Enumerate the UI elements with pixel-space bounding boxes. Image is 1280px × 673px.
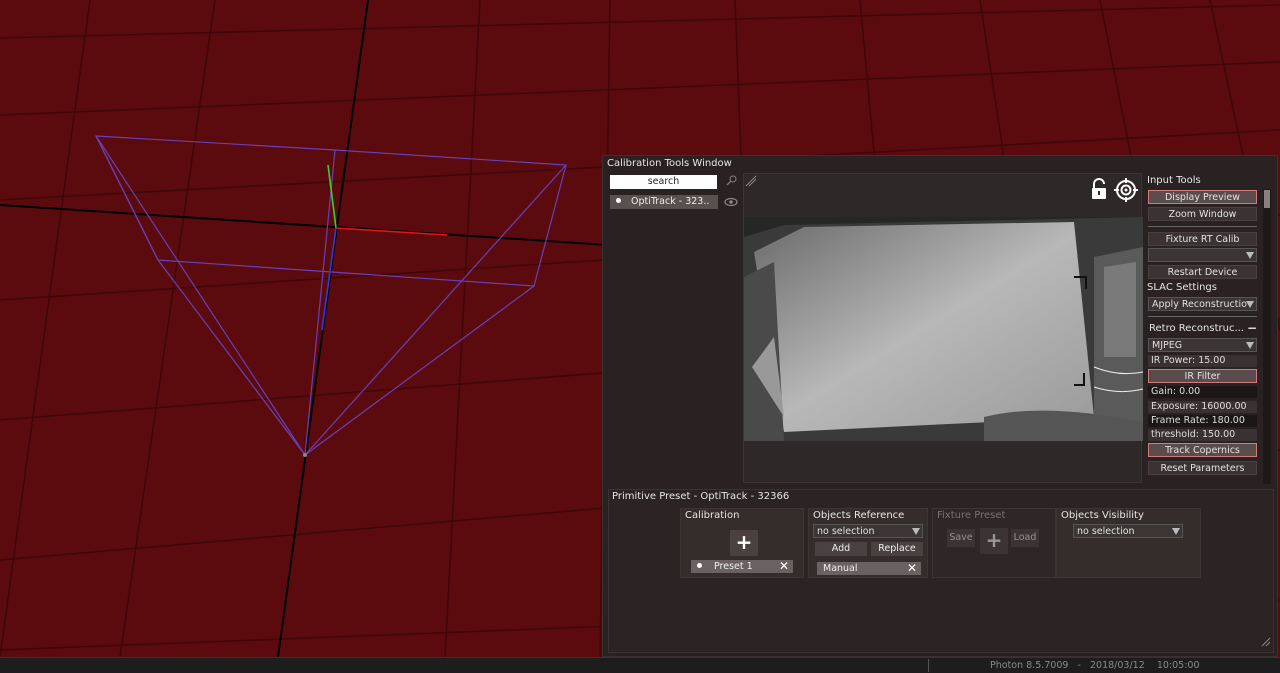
calibration-tools-window: Calibration Tools Window search OptiTrac…	[602, 155, 1278, 657]
close-icon[interactable]: ✕	[779, 560, 789, 573]
objects-reference-select[interactable]: no selection	[813, 524, 923, 538]
chevron-down-icon	[1246, 252, 1254, 259]
objects-reference-group: Objects Reference no selection Add Repla…	[808, 508, 928, 578]
chevron-down-icon	[1172, 528, 1180, 535]
chevron-down-icon	[1246, 301, 1254, 308]
primitive-preset-panel: Primitive Preset - OptiTrack - 32366 Cal…	[608, 489, 1274, 653]
separator	[1148, 316, 1257, 317]
unlock-icon[interactable]	[1089, 178, 1109, 200]
close-icon[interactable]: ✕	[907, 562, 917, 575]
apply-reconstruction-value: Apply Reconstructio	[1152, 299, 1247, 310]
objects-reference-item[interactable]: Manual ✕	[817, 562, 921, 575]
camera-feed-image	[744, 217, 1143, 441]
retro-reconstruction-heading: Retro Reconstruc...	[1149, 323, 1244, 334]
separator	[1148, 226, 1257, 227]
load-button[interactable]: Load	[1011, 529, 1039, 547]
add-button[interactable]: Add	[815, 542, 867, 556]
reset-parameters-button[interactable]: Reset Parameters	[1148, 461, 1257, 475]
chevron-down-icon	[1246, 342, 1254, 349]
scrollbar-thumb[interactable]	[1264, 190, 1270, 208]
add-fixture-button[interactable]: +	[980, 528, 1008, 554]
apply-reconstruction-select[interactable]: Apply Reconstructio	[1148, 297, 1257, 311]
search-input[interactable]: search	[610, 175, 717, 189]
input-tools-heading: Input Tools	[1147, 175, 1201, 186]
zoom-window-button[interactable]: Zoom Window	[1148, 207, 1257, 221]
calibration-label: Calibration	[685, 510, 740, 521]
frame-rate-field[interactable]: Frame Rate: 180.00	[1148, 415, 1257, 427]
preset-title: Primitive Preset - OptiTrack - 32366	[612, 491, 790, 502]
resize-grip-icon[interactable]	[1261, 637, 1271, 650]
target-icon[interactable]	[1114, 178, 1138, 202]
input-tools-panel: Input Tools Display Preview Zoom Window …	[1145, 173, 1271, 485]
ir-power-field[interactable]: IR Power: 15.00	[1148, 355, 1257, 367]
search-icon[interactable]	[725, 174, 739, 188]
preset-status-dot	[697, 563, 702, 568]
device-status-dot	[616, 198, 621, 203]
calibration-group: Calibration + Preset 1 ✕	[680, 508, 804, 578]
replace-button[interactable]: Replace	[871, 542, 923, 556]
exposure-field[interactable]: Exposure: 16000.00	[1148, 401, 1257, 413]
eye-icon[interactable]	[723, 195, 739, 209]
fixture-preset-group: Fixture Preset Save + Load	[932, 508, 1056, 578]
add-calibration-button[interactable]: +	[730, 530, 758, 556]
threshold-field[interactable]: threshold: 150.00	[1148, 429, 1257, 441]
ir-filter-button[interactable]: IR Filter	[1148, 369, 1257, 383]
input-tools-scrollbar[interactable]	[1263, 189, 1271, 484]
codec-value: MJPEG	[1152, 340, 1183, 351]
gain-field[interactable]: Gain: 0.00	[1148, 386, 1257, 398]
fixture-select[interactable]	[1148, 248, 1257, 262]
device-list-item[interactable]: OptiTrack - 323..	[610, 195, 718, 209]
codec-select[interactable]: MJPEG	[1148, 338, 1257, 352]
objects-visibility-group: Objects Visibility no selection	[1056, 508, 1201, 578]
objects-visibility-value: no selection	[1077, 526, 1135, 537]
device-label: OptiTrack - 323..	[631, 196, 710, 207]
save-button[interactable]: Save	[947, 529, 975, 547]
slac-settings-heading: SLAC Settings	[1147, 282, 1217, 293]
fixture-rt-calib-button[interactable]: Fixture RT Calib	[1148, 232, 1257, 246]
track-copernics-button[interactable]: Track Copernics	[1148, 443, 1257, 457]
collapse-icon[interactable]: −	[1247, 321, 1257, 335]
camera-origin-point	[303, 453, 307, 457]
object-item-label: Manual	[823, 563, 858, 574]
objects-reference-value: no selection	[817, 526, 875, 537]
display-preview-button[interactable]: Display Preview	[1148, 190, 1257, 204]
camera-preview-panel	[743, 173, 1143, 483]
fixture-preset-label: Fixture Preset	[937, 510, 1006, 521]
objects-reference-label: Objects Reference	[813, 510, 905, 521]
window-title: Calibration Tools Window	[607, 158, 732, 169]
chevron-down-icon	[912, 528, 920, 535]
calibration-preset-item[interactable]: Preset 1 ✕	[691, 560, 793, 573]
status-divider	[928, 659, 929, 672]
restart-device-button[interactable]: Restart Device	[1148, 265, 1257, 279]
status-bar: Photon 8.5.7009 - 2018/03/12 10:05:00	[0, 657, 1280, 673]
preset-item-label: Preset 1	[714, 561, 753, 572]
resize-grip-icon[interactable]	[745, 175, 757, 187]
objects-visibility-label: Objects Visibility	[1061, 510, 1144, 521]
objects-visibility-select[interactable]: no selection	[1073, 524, 1183, 538]
status-text: Photon 8.5.7009 - 2018/03/12 10:05:00	[990, 660, 1200, 671]
